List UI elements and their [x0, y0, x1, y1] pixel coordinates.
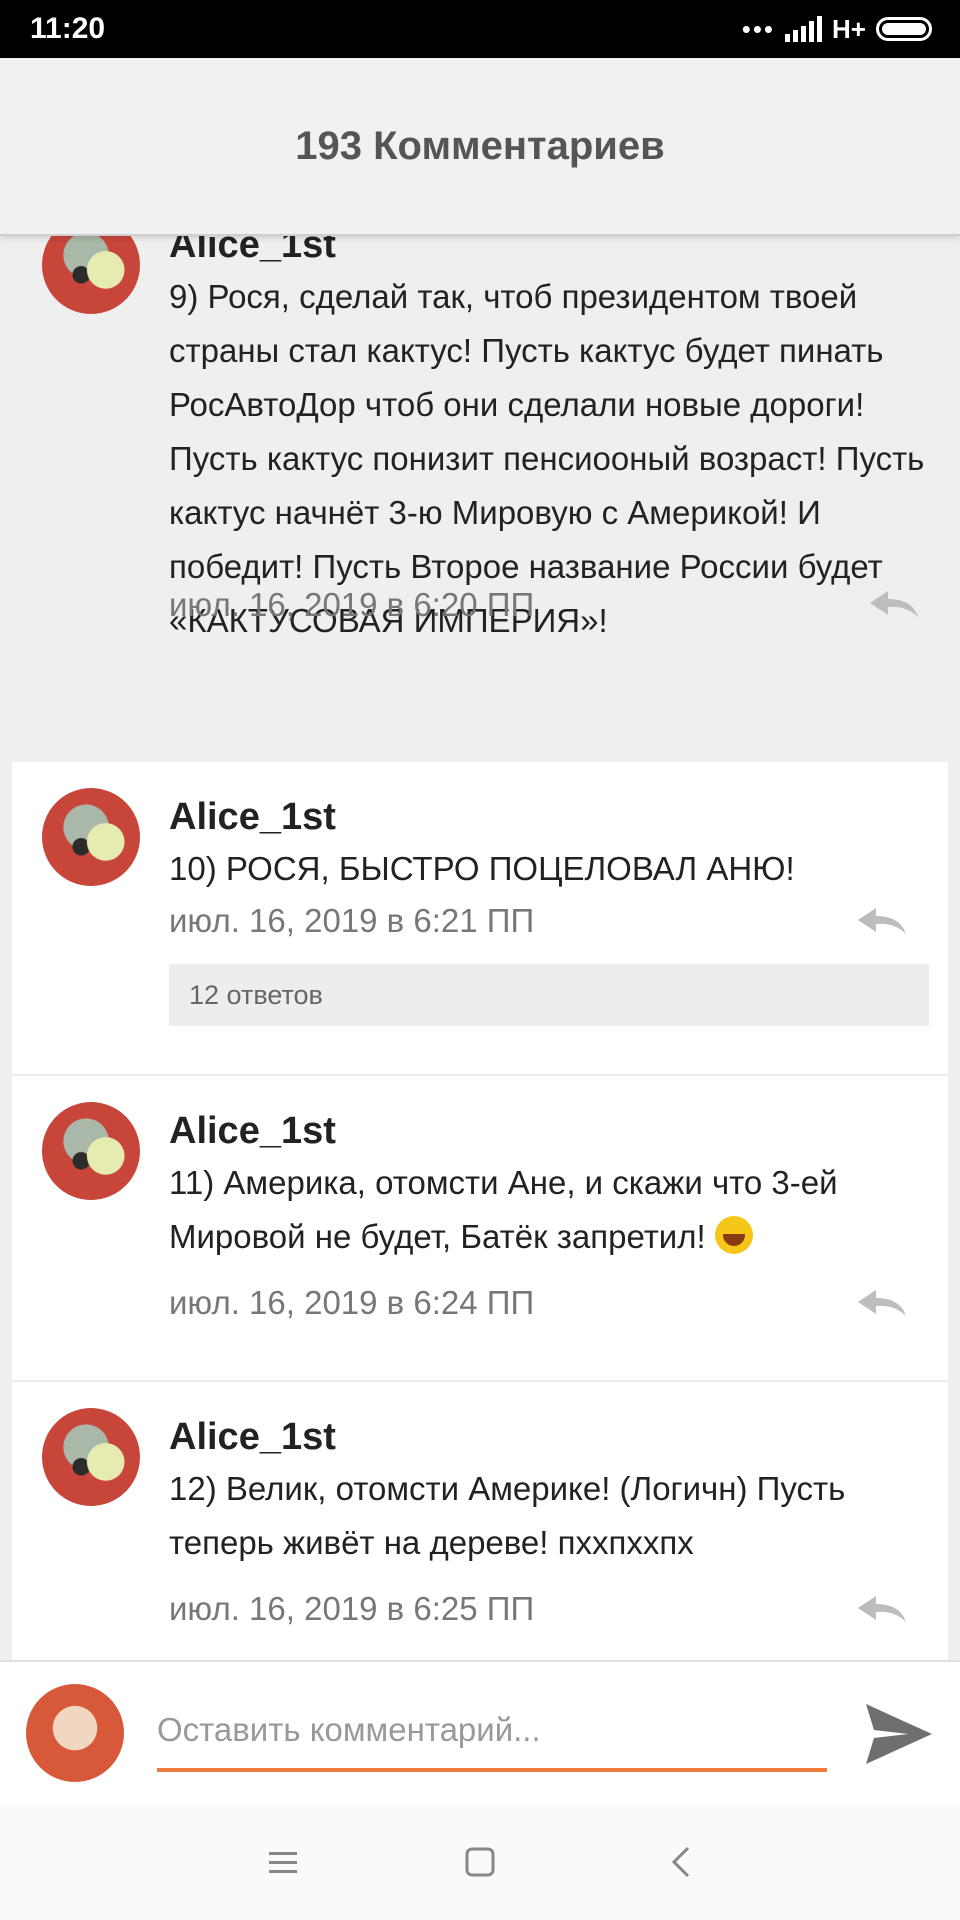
- comment-author[interactable]: Alice_1st: [169, 1416, 336, 1459]
- laughing-emoji-icon: [714, 1216, 753, 1254]
- current-user-avatar: [26, 1684, 124, 1782]
- back-chevron-icon[interactable]: [662, 1842, 702, 1882]
- comment-author[interactable]: Alice_1st: [169, 1110, 336, 1153]
- status-bar: 11:20 ••• H+: [0, 0, 960, 58]
- system-nav-bar: [0, 1804, 960, 1920]
- comment-text: 12) Велик, отомсти Америке! (Логичн) Пус…: [169, 1470, 846, 1561]
- signal-icon: [785, 16, 823, 42]
- avatar[interactable]: [42, 1408, 140, 1506]
- reply-icon[interactable]: [856, 1288, 908, 1318]
- reply-icon[interactable]: [868, 589, 920, 619]
- comment-item: Alice_1st 11) Америка, отомсти Ане, и ск…: [12, 1076, 948, 1382]
- comment-date: июл. 16, 2019 в 6:24 ПП: [169, 1284, 535, 1321]
- avatar[interactable]: [42, 1102, 140, 1200]
- comment-input[interactable]: [157, 1692, 827, 1772]
- comment-date: июл. 16, 2019 в 6:21 ПП: [169, 902, 535, 939]
- comment-composer: [0, 1660, 960, 1806]
- notification-dots-icon: •••: [741, 13, 776, 44]
- comment-text: 10) РОСЯ, БЫСТРО ПОЦЕЛОВАЛ АНЮ!: [169, 850, 795, 887]
- comment-text: 11) Америка, отомсти Ане, и скажи что 3-…: [169, 1156, 929, 1264]
- status-icons: ••• H+: [742, 12, 932, 46]
- avatar[interactable]: [42, 788, 140, 886]
- page-title: 193 Комментариев: [295, 123, 665, 168]
- reply-icon[interactable]: [856, 906, 908, 936]
- comment-date: июл. 16, 2019 в 6:25 ПП: [169, 1590, 535, 1627]
- battery-icon: [876, 17, 932, 41]
- avatar[interactable]: [42, 234, 140, 314]
- home-square-icon[interactable]: [460, 1842, 500, 1882]
- status-time: 11:20: [30, 12, 106, 45]
- comments-header: 193 Комментариев: [0, 58, 960, 236]
- comment-author[interactable]: Alice_1st: [169, 796, 336, 839]
- network-type: H+: [832, 13, 866, 44]
- replies-count-button[interactable]: 12 ответов: [169, 964, 929, 1026]
- comment-item: Alice_1st 10) РОСЯ, БЫСТРО ПОЦЕЛОВАЛ АНЮ…: [12, 762, 948, 1076]
- comment-item: Alice_1st 12) Велик, отомсти Америке! (Л…: [12, 1382, 948, 1660]
- send-icon[interactable]: [864, 1702, 934, 1766]
- comment-date: июл. 16, 2019 в 6:20 ПП: [169, 586, 535, 623]
- menu-icon[interactable]: [263, 1842, 303, 1882]
- comments-feed[interactable]: Alice_1st 9) Рося, сделай так, чтоб през…: [0, 234, 960, 1660]
- reply-icon[interactable]: [856, 1594, 908, 1624]
- comment-author[interactable]: Alice_1st: [169, 234, 336, 267]
